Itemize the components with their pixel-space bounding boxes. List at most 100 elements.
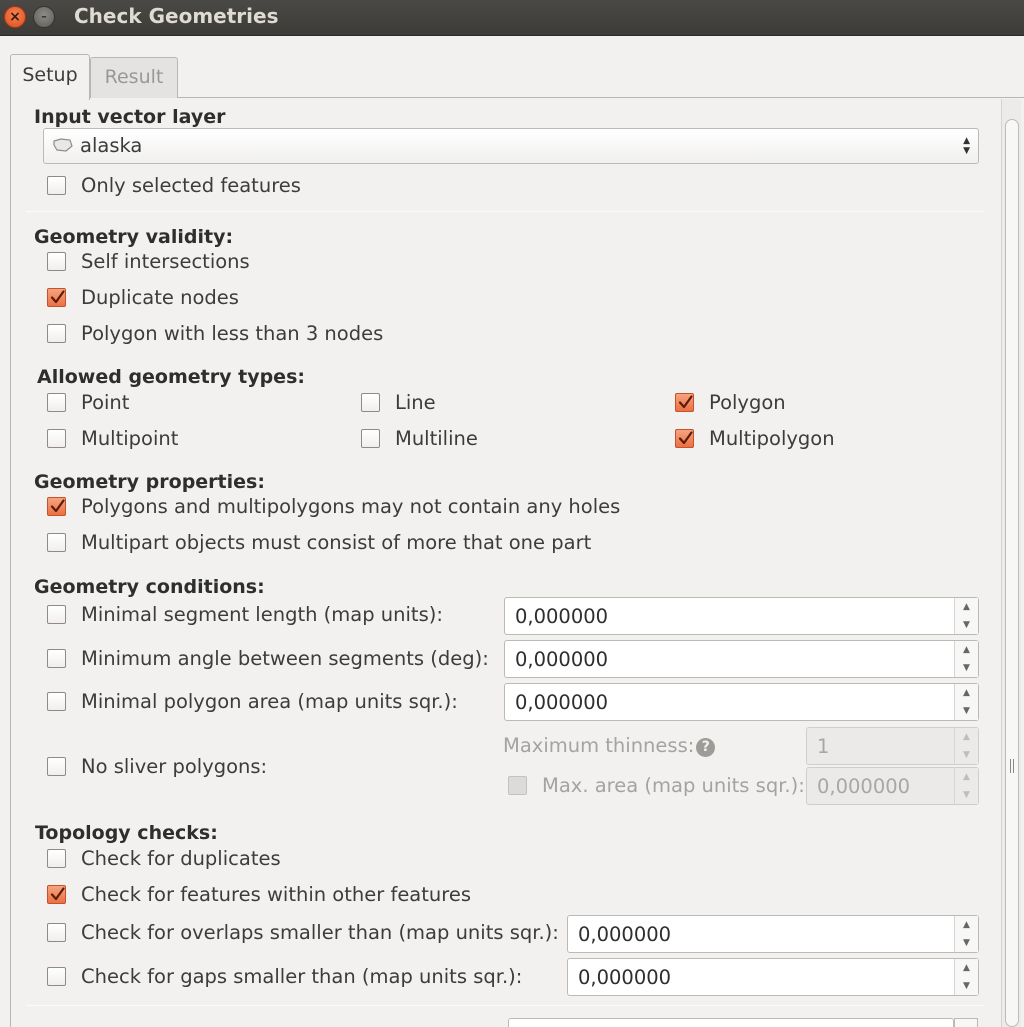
- spin-down-icon: ▼: [963, 750, 970, 760]
- help-icon[interactable]: ?: [696, 738, 716, 757]
- spin-up-icon[interactable]: ▲: [955, 684, 978, 702]
- spin-down-icon[interactable]: ▼: [955, 977, 978, 995]
- checkbox-label: Polygon with less than 3 nodes: [81, 321, 384, 345]
- checkbox-box[interactable]: [47, 496, 66, 516]
- only-selected-label: Only selected features: [81, 173, 301, 197]
- layer-combobox-value: alaska: [80, 134, 143, 157]
- divider: [26, 1005, 984, 1006]
- close-icon: ×: [9, 9, 21, 25]
- checkbox-label: Check for duplicates: [81, 846, 281, 870]
- spin-up-icon[interactable]: ▲: [955, 641, 978, 659]
- checkbox-box[interactable]: [47, 251, 66, 271]
- checkbox-label: Check for gaps smaller than (map units s…: [81, 964, 523, 988]
- spinbox-buttons: ▲ ▼: [954, 916, 978, 952]
- check-duplicates-checkbox[interactable]: Check for duplicates: [47, 846, 281, 870]
- min-angle-spinbox[interactable]: 0,000000 ▲ ▼: [504, 640, 979, 678]
- checkbox-box[interactable]: [47, 922, 66, 942]
- output-field-button-partial[interactable]: [954, 1018, 978, 1027]
- spinbox-value: 0,000000: [578, 923, 672, 946]
- tab-setup[interactable]: Setup: [10, 54, 90, 100]
- max-area-checkbox: Max. area (map units sqr.):: [508, 773, 805, 797]
- spinbox-buttons: ▲ ▼: [954, 728, 978, 764]
- overlaps-spinbox[interactable]: 0,000000 ▲ ▼: [567, 915, 979, 953]
- polygon-layer-icon: [53, 138, 73, 152]
- checkbox-box[interactable]: [47, 966, 66, 986]
- min-segment-spinbox[interactable]: 0,000000 ▲ ▼: [504, 597, 979, 635]
- spin-down-icon[interactable]: ▼: [955, 702, 978, 720]
- type-line-checkbox[interactable]: Line: [361, 390, 436, 414]
- min-area-spinbox[interactable]: 0,000000 ▲ ▼: [504, 683, 979, 721]
- output-field-partial[interactable]: [508, 1018, 954, 1027]
- tab-result[interactable]: Result: [90, 57, 178, 98]
- polygon-less-3-nodes-checkbox[interactable]: Polygon with less than 3 nodes: [47, 321, 383, 345]
- checkbox-label: Max. area (map units sqr.):: [542, 773, 805, 797]
- checkmark-icon: [50, 289, 65, 303]
- min-area-checkbox[interactable]: Minimal polygon area (map units sqr.):: [47, 689, 458, 713]
- check-overlaps-checkbox[interactable]: Check for overlaps smaller than (map uni…: [47, 920, 559, 944]
- spin-up-icon[interactable]: ▲: [955, 959, 978, 977]
- spinbox-value: 0,000000: [515, 605, 609, 628]
- checkbox-box[interactable]: [361, 392, 380, 412]
- checkbox-label: Minimal segment length (map units):: [81, 602, 443, 626]
- check-within-checkbox[interactable]: Check for features within other features: [47, 882, 471, 906]
- type-multipolygon-checkbox[interactable]: Multipolygon: [675, 426, 835, 450]
- minimize-button[interactable]: –: [33, 6, 55, 28]
- checkbox-label: Self intersections: [81, 249, 250, 273]
- type-multipoint-checkbox[interactable]: Multipoint: [47, 426, 178, 450]
- checkbox-label: Duplicate nodes: [81, 285, 239, 309]
- spinbox-buttons: ▲ ▼: [954, 598, 978, 634]
- spin-up-icon[interactable]: ▲: [955, 916, 978, 934]
- gaps-spinbox[interactable]: 0,000000 ▲ ▼: [567, 958, 979, 996]
- self-intersections-checkbox[interactable]: Self intersections: [47, 249, 250, 273]
- max-thinness-spinbox: 1 ▲ ▼: [806, 727, 979, 765]
- checkbox-box[interactable]: [47, 532, 66, 552]
- spinbox-value: 0,000000: [817, 775, 911, 798]
- spin-up-icon: ▲: [963, 732, 970, 742]
- spinbox-buttons: ▲ ▼: [954, 641, 978, 677]
- checkbox-box[interactable]: [675, 392, 694, 412]
- spin-up-icon[interactable]: ▲: [955, 598, 978, 616]
- checkbox-box[interactable]: [675, 428, 694, 448]
- checkmark-icon: [50, 498, 65, 512]
- min-segment-checkbox[interactable]: Minimal segment length (map units):: [47, 602, 443, 626]
- only-selected-checkbox[interactable]: Only selected features: [47, 173, 301, 197]
- no-sliver-checkbox[interactable]: No sliver polygons:: [47, 754, 267, 778]
- type-polygon-checkbox[interactable]: Polygon: [675, 390, 786, 414]
- checkbox-box[interactable]: [47, 428, 66, 448]
- duplicate-nodes-checkbox[interactable]: Duplicate nodes: [47, 285, 239, 309]
- checkbox-box[interactable]: [47, 884, 66, 904]
- checkbox-label: Polygon: [709, 390, 786, 414]
- close-button[interactable]: ×: [4, 6, 26, 28]
- type-point-checkbox[interactable]: Point: [47, 390, 129, 414]
- checkbox-box[interactable]: [47, 323, 66, 343]
- checkbox-box[interactable]: [47, 175, 66, 195]
- checkbox-box[interactable]: [47, 756, 66, 776]
- checkbox-box[interactable]: [47, 604, 66, 624]
- checkbox-box[interactable]: [47, 392, 66, 412]
- checkbox-label: Multipoint: [81, 426, 179, 450]
- spin-down-icon[interactable]: ▼: [955, 616, 978, 634]
- multipart-checkbox[interactable]: Multipart objects must consist of more t…: [47, 530, 591, 554]
- checkbox-box[interactable]: [361, 428, 380, 448]
- check-gaps-checkbox[interactable]: Check for gaps smaller than (map units s…: [47, 964, 522, 988]
- vertical-scrollbar[interactable]: [1001, 99, 1021, 1027]
- checkbox-box[interactable]: [47, 691, 66, 711]
- checkmark-icon: [678, 394, 693, 408]
- spin-down-icon[interactable]: ▼: [955, 934, 978, 952]
- checkbox-box[interactable]: [47, 648, 66, 668]
- type-multiline-checkbox[interactable]: Multiline: [361, 426, 478, 450]
- checkbox-label: Minimum angle between segments (deg):: [81, 646, 489, 670]
- input-layer-heading: Input vector layer: [34, 106, 226, 128]
- checkbox-box[interactable]: [47, 287, 66, 307]
- topology-checks-heading: Topology checks:: [35, 822, 218, 844]
- spin-down-icon[interactable]: ▼: [955, 659, 978, 677]
- no-holes-checkbox[interactable]: Polygons and multipolygons may not conta…: [47, 494, 620, 518]
- geometry-properties-heading: Geometry properties:: [34, 471, 265, 493]
- layer-combobox[interactable]: alaska ▲ ▼: [43, 128, 979, 164]
- scrollbar-thumb[interactable]: [1005, 119, 1019, 1027]
- checkbox-label: Point: [81, 390, 130, 414]
- checkbox-box[interactable]: [47, 848, 66, 868]
- checkmark-icon: [50, 886, 65, 900]
- checkbox-label: Polygons and multipolygons may not conta…: [81, 494, 621, 518]
- min-angle-checkbox[interactable]: Minimum angle between segments (deg):: [47, 646, 489, 670]
